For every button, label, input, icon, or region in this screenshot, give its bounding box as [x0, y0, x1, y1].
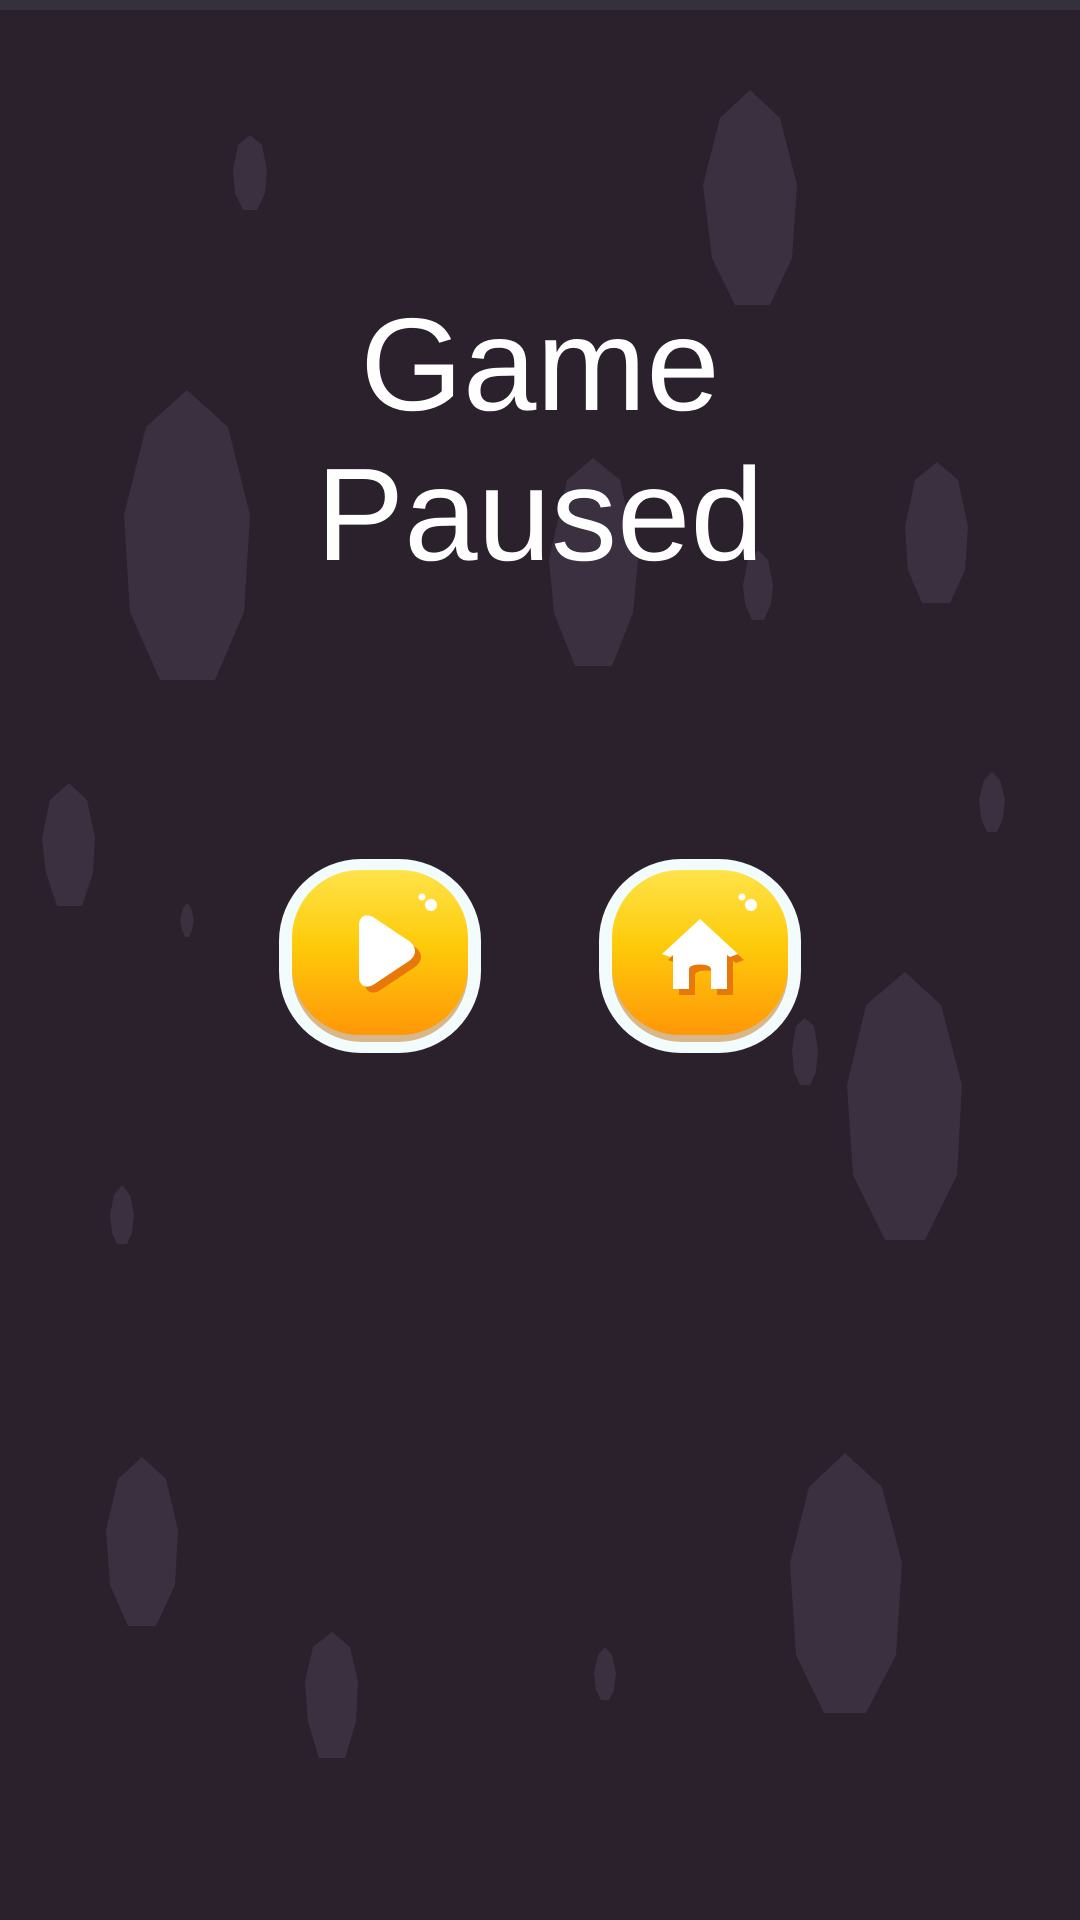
rock-shape [979, 772, 1005, 832]
rock-shape [594, 1647, 616, 1700]
resume-button[interactable] [279, 859, 481, 1053]
rock-shape [847, 972, 962, 1240]
home-button[interactable] [599, 859, 801, 1053]
page-title: Game Paused [0, 290, 1080, 590]
rock-shape [110, 1185, 134, 1244]
rock-shape [305, 1632, 358, 1758]
rock-shape [233, 135, 267, 210]
title-line-game: Game [360, 291, 720, 438]
rock-shape [790, 1453, 902, 1713]
rock-shape [703, 90, 797, 305]
title-line-paused: Paused [316, 441, 764, 588]
rock-shape [106, 1457, 178, 1626]
rock-background [42, 90, 1005, 1758]
rock-shape [180, 903, 194, 937]
rock-shape [42, 783, 95, 906]
pause-screen: Game Paused [0, 0, 1080, 1920]
